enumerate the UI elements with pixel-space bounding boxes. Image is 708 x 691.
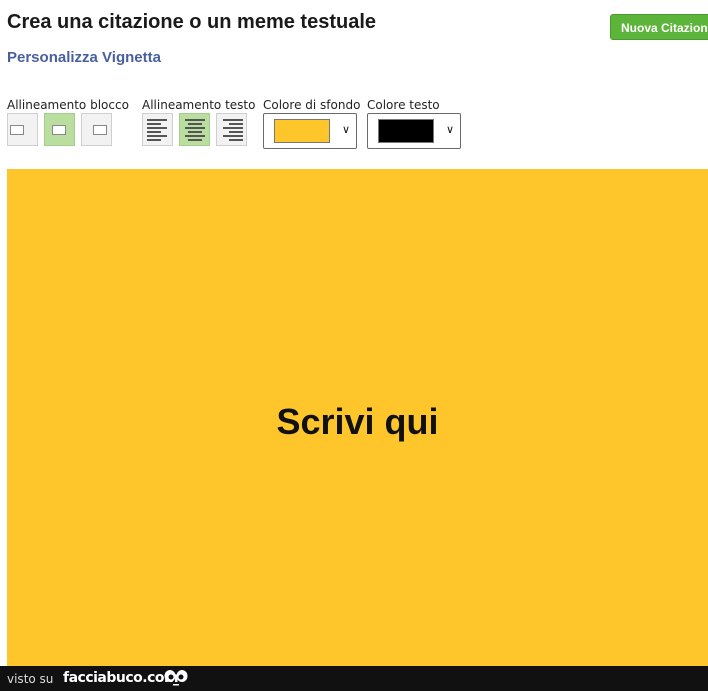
align-left-icon [147, 119, 169, 141]
text-align-label: Allineamento testo [142, 98, 256, 112]
eyes-icon [164, 670, 188, 686]
block-align-center-button[interactable] [44, 113, 75, 146]
section-title: Personalizza Vignetta [7, 49, 161, 66]
block-align-left-button[interactable] [7, 113, 38, 146]
chevron-down-icon: ∨ [341, 123, 350, 136]
block-align-right-button[interactable] [81, 113, 112, 146]
text-align-right-button[interactable] [216, 113, 247, 146]
meme-text[interactable]: Scrivi qui [7, 401, 708, 443]
bg-color-swatch [274, 119, 330, 143]
block-center-icon [52, 125, 66, 135]
chevron-down-icon: ∨ [445, 123, 454, 136]
block-right-icon [93, 125, 107, 135]
footer-bar: visto su facciabuco.com [0, 666, 708, 691]
text-color-swatch [378, 119, 434, 143]
text-color-label: Colore testo [367, 98, 440, 112]
bg-color-select[interactable]: ∨ [263, 113, 357, 149]
block-left-icon [10, 125, 24, 135]
meme-canvas[interactable]: Scrivi qui [7, 169, 708, 666]
align-right-icon [221, 119, 243, 141]
bg-color-label: Colore di sfondo [263, 98, 361, 112]
footer-prefix: visto su [7, 672, 54, 686]
text-align-left-button[interactable] [142, 113, 173, 146]
block-align-label: Allineamento blocco [7, 98, 129, 112]
text-align-center-button[interactable] [179, 113, 210, 146]
page-title: Crea una citazione o un meme testuale [7, 11, 376, 33]
new-quote-button[interactable]: Nuova Citazione [610, 14, 708, 40]
footer-brand[interactable]: facciabuco.com [63, 670, 179, 686]
align-center-icon [184, 119, 206, 141]
text-color-select[interactable]: ∨ [367, 113, 461, 149]
